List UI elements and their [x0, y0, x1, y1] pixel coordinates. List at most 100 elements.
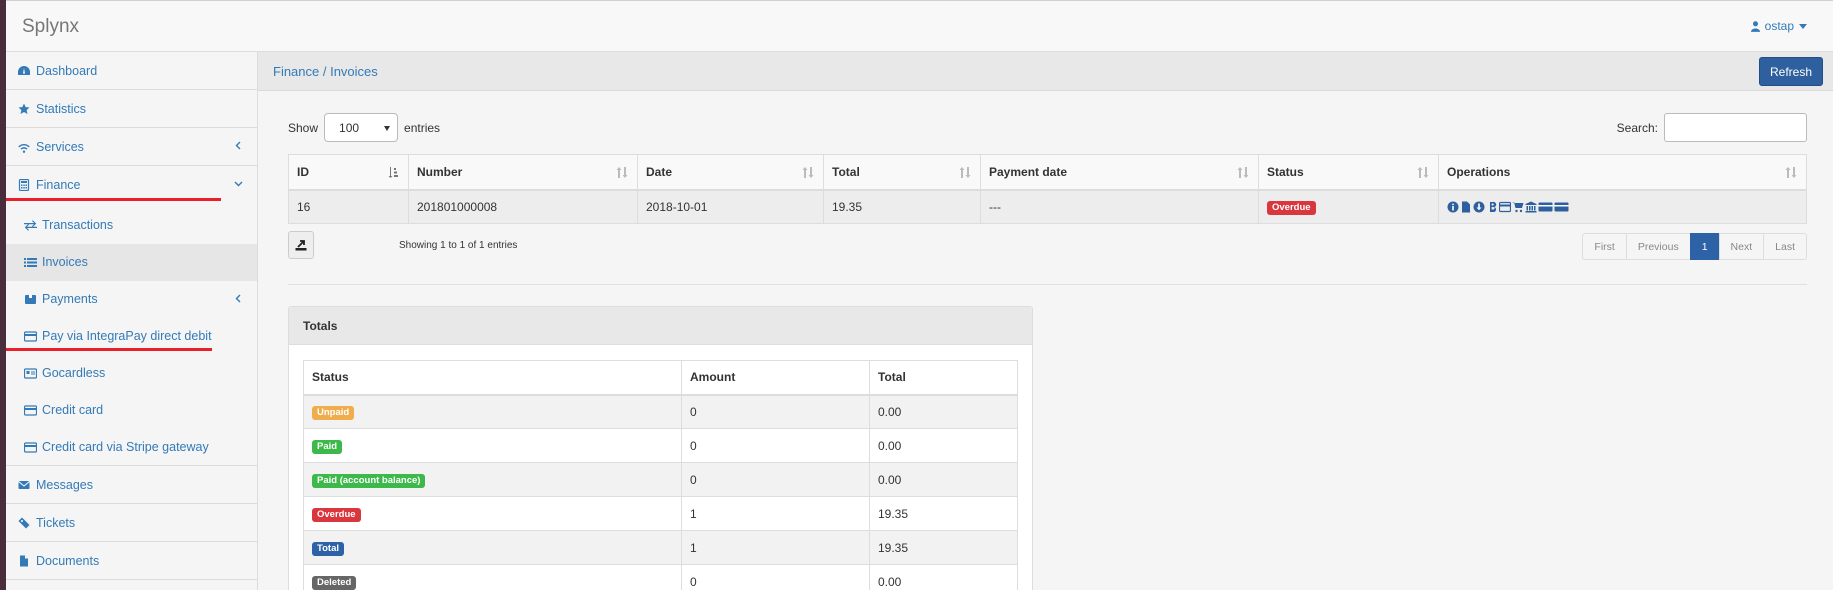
table-info: Showing 1 to 1 of 1 entries: [399, 240, 518, 251]
totals-cell-amount: 0: [681, 394, 870, 429]
entries-label: entries: [404, 120, 441, 135]
bitcoin-icon[interactable]: [1486, 201, 1498, 213]
sidebar-item-tickets[interactable]: Tickets: [6, 504, 257, 542]
column-header-operations[interactable]: Operations: [1438, 154, 1807, 191]
column-header-payment-date[interactable]: Payment date: [980, 154, 1259, 191]
totals-column-status: Status: [303, 360, 682, 396]
totals-cell-total: 0.00: [869, 428, 1018, 463]
column-header-label: Status: [1267, 164, 1304, 179]
totals-cell-amount: 0: [681, 462, 870, 497]
sidebar-item-services[interactable]: Services: [6, 128, 257, 166]
column-header-total[interactable]: Total: [823, 154, 981, 191]
totals-column-total: Total: [869, 360, 1018, 396]
sidebar-subitem-payments[interactable]: Payments: [6, 281, 257, 318]
cell-operations: [1438, 189, 1807, 224]
sidebar-subitem-invoices[interactable]: Invoices: [6, 244, 257, 281]
column-header-status[interactable]: Status: [1258, 154, 1439, 191]
entries-select[interactable]: 100: [324, 113, 399, 142]
breadcrumb[interactable]: Finance / Invoices: [273, 64, 378, 79]
user-menu[interactable]: ostap: [1750, 19, 1807, 33]
card-icon[interactable]: [1538, 201, 1553, 213]
sidebar-subitem-gocardless[interactable]: Gocardless: [6, 355, 257, 392]
sidebar-subitem-label: Transactions: [42, 218, 114, 232]
export-icon: [295, 240, 307, 251]
column-header-date[interactable]: Date: [637, 154, 824, 191]
sort-asc-icon: [388, 167, 398, 178]
sidebar-item-dashboard[interactable]: Dashboard: [6, 52, 257, 90]
sidebar-subitem-credit-card[interactable]: Credit card: [6, 392, 257, 429]
sidebar-subitem-label: Credit card: [42, 403, 104, 417]
totals-cell-total: 19.35: [869, 496, 1018, 531]
sort-icon: [616, 167, 628, 178]
operations-icons: [1447, 201, 1798, 213]
sort-icon: [1237, 167, 1249, 178]
cell-status: Overdue: [1258, 189, 1439, 224]
sidebar-subitem-label: Credit card via Stripe gateway: [42, 440, 209, 454]
dashboard-icon: [18, 65, 30, 77]
cart-icon[interactable]: [1512, 201, 1524, 213]
column-header-label: Date: [646, 164, 673, 179]
list-icon: [24, 256, 38, 268]
column-header-label: Payment date: [989, 164, 1068, 179]
totals-cell-status: Paid: [303, 428, 682, 463]
exchange-icon: [24, 219, 38, 231]
totals-row: Deleted 0 0.00: [303, 564, 1018, 590]
ticket-icon: [18, 517, 30, 529]
totals-row: Overdue 1 19.35: [303, 496, 1018, 531]
column-header-number[interactable]: Number: [408, 154, 638, 191]
sidebar-item-label: Tickets: [36, 515, 76, 530]
chevron-left-icon: [235, 294, 241, 303]
status-badge: Overdue: [1267, 200, 1316, 215]
user-name: ostap: [1764, 19, 1794, 33]
totals-row: Total 1 19.35: [303, 530, 1018, 565]
chevron-down-icon: [234, 181, 243, 187]
export-button[interactable]: [288, 231, 314, 259]
pagination-page-current[interactable]: 1: [1689, 233, 1720, 260]
download-icon[interactable]: [1473, 201, 1485, 213]
totals-cell-status: Paid (account balance): [303, 462, 682, 497]
pagination-last[interactable]: Last: [1763, 233, 1807, 260]
bank-icon[interactable]: [1525, 201, 1537, 213]
main-content: Show 100 entries Search: ID Number Date …: [258, 91, 1833, 590]
table-row[interactable]: 16 201801000008 2018-10-01 19.35 --- Ove…: [288, 189, 1807, 224]
status-badge: Deleted: [312, 575, 357, 590]
totals-panel-title: Totals: [289, 307, 1032, 345]
sort-icon: [802, 167, 814, 178]
file-icon[interactable]: [1460, 201, 1472, 213]
totals-cell-status: Total: [303, 530, 682, 565]
page-header: Finance / Invoices Refresh: [258, 52, 1833, 91]
search-label: Search:: [1616, 120, 1658, 135]
search-input[interactable]: [1664, 113, 1807, 142]
column-header-id[interactable]: ID: [288, 154, 409, 191]
chevron-left-icon: [235, 141, 241, 150]
sidebar-subitem-label: Invoices: [42, 255, 88, 269]
status-badge: Paid: [312, 439, 343, 454]
sidebar-subitem-transactions[interactable]: Transactions: [6, 207, 257, 244]
credit-card-icon[interactable]: [1499, 201, 1511, 213]
cell-id: 16: [288, 189, 409, 224]
pagination-next[interactable]: Next: [1718, 233, 1765, 260]
refresh-button[interactable]: Refresh: [1759, 57, 1823, 86]
pagination-first[interactable]: First: [1582, 233, 1627, 260]
calculator-icon: [18, 179, 30, 191]
sidebar-subitem-stripe[interactable]: Credit card via Stripe gateway: [6, 429, 257, 466]
totals-cell-amount: 0: [681, 564, 870, 590]
sidebar-item-messages[interactable]: Messages: [6, 466, 257, 504]
sidebar-item-documents[interactable]: Documents: [6, 542, 257, 580]
pagination-previous[interactable]: Previous: [1625, 233, 1691, 260]
info-icon[interactable]: [1447, 201, 1459, 213]
pagination: First Previous 1 Next Last: [1582, 233, 1807, 260]
totals-cell-status: Overdue: [303, 496, 682, 531]
chevron-down-icon: [1799, 23, 1807, 29]
brand-logo[interactable]: Splynx: [22, 16, 79, 38]
sidebar-item-statistics[interactable]: Statistics: [6, 90, 257, 128]
wifi-icon: [18, 141, 30, 153]
search-control: Search:: [1617, 113, 1807, 142]
column-header-label: Number: [417, 164, 463, 179]
totals-cell-amount: 0: [681, 428, 870, 463]
credit-card-icon: [24, 441, 38, 453]
sidebar-item-label: Statistics: [36, 101, 87, 116]
cell-date: 2018-10-01: [637, 189, 824, 224]
totals-row: Paid (account balance) 0 0.00: [303, 462, 1018, 497]
card-icon[interactable]: [1554, 201, 1569, 213]
